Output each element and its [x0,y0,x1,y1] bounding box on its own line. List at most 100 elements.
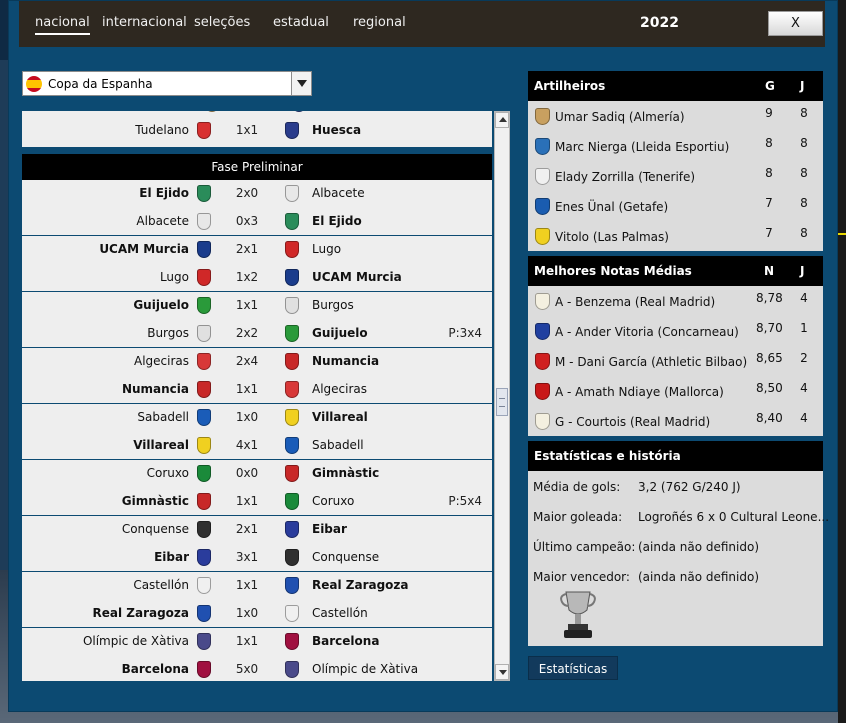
home-team: Barcelona [121,662,189,676]
match-row[interactable]: Burgos 2x2 Guijuelo P:3x4 [22,320,492,348]
games-value: 8 [800,196,808,210]
games-value: 8 [800,106,808,120]
match-row[interactable]: Gimnàstic 1x1 Coruxo P:5x4 [22,488,492,516]
match-score: 2x1 [235,522,259,536]
statistics-button[interactable]: Estatísticas [528,656,618,680]
top-bar: nacional internacional seleções estadual… [19,1,825,47]
match-row[interactable]: Conquense 2x1 Eibar [22,516,492,544]
scroll-down-icon[interactable] [495,664,509,680]
scroll-up-icon[interactable] [495,112,509,128]
away-team: Villareal [312,410,368,424]
match-row[interactable]: Guijuelo 1x1 Burgos [22,292,492,320]
away-team: Conquense [312,550,380,564]
history-label: Média de gols: [533,480,621,494]
penalty-note: P:3x4 [448,326,482,340]
match-row[interactable]: Sabadell 1x0 Villareal [22,404,492,432]
rating-row[interactable]: A - Benzema (Real Madrid) 8,78 4 [528,286,823,316]
match-row[interactable]: Coruxo 0x0 Gimnàstic [22,460,492,488]
stat-value: 9 [765,106,773,120]
spain-flag-icon [26,76,42,92]
away-team: Burgos [312,298,354,312]
rating-row[interactable]: A - Ander Vitoria (Concarneau) 8,70 1 [528,316,823,346]
trophy-icon [560,591,596,638]
away-team: Numancia [312,354,380,368]
games-value: 2 [800,351,808,365]
history-row: Maior goleada: Logroñés 6 x 0 Cultural Le… [528,501,829,531]
rating-row[interactable]: G - Courtois (Real Madrid) 8,40 4 [528,406,823,436]
scorer-row[interactable]: Marc Nierga (Lleida Esportiu) 8 8 [528,131,823,161]
team-crest-icon [197,269,211,286]
match-row[interactable]: Albacete 0x3 El Ejido [22,208,492,236]
away-team: Real Zaragoza [312,578,409,592]
rating-row[interactable]: A - Amath Ndiaye (Mallorca) 8,50 4 [528,376,823,406]
home-team: Villareal [133,438,189,452]
top-scorers-title: Artilheiros [534,79,606,93]
team-crest-icon [285,269,299,286]
home-team: Gimnàstic [121,494,189,508]
match-row[interactable]: Eibar 3x1 Conquense [22,544,492,572]
tab-selecoes[interactable]: seleções [194,15,250,30]
match-score: 1x1 [235,123,259,137]
history-label: Maior goleada: [533,510,623,524]
games-value: 4 [800,411,808,425]
tab-regional[interactable]: regional [353,15,406,30]
home-team: Algeciras [133,354,189,368]
scorer-row[interactable]: Vitolo (Las Palmas) 7 8 [528,221,823,251]
match-row[interactable]: Barcelona 5x0 Olímpic de Xàtiva [22,656,492,681]
match-row[interactable]: Real Zaragoza 1x0 Castellón [22,600,492,628]
rating-row[interactable]: M - Dani García (Athletic Bilbao) 8,65 2 [528,346,823,376]
player-name: Enes Ünal (Getafe) [555,200,669,214]
edge-accent [838,233,846,235]
scorer-row[interactable]: Umar Sadiq (Almería) 9 8 [528,101,823,131]
match-row[interactable]: Algeciras 2x4 Numancia [22,348,492,376]
close-button[interactable]: X [768,11,823,36]
scroll-thumb[interactable] [496,388,508,416]
match-row[interactable]: UCAM Murcia 2x1 Lugo [22,236,492,264]
player-name: G - Courtois (Real Madrid) [555,415,711,429]
games-value: 4 [800,381,808,395]
match-list-scrollbar[interactable] [494,111,510,681]
chevron-down-icon[interactable] [291,72,311,95]
club-crest-icon [535,228,550,245]
stat-value: 8 [765,136,773,150]
away-team: Eibar [312,522,347,536]
history-value: Logroñés 6 x 0 Cultural Leone... [638,510,830,524]
match-row[interactable]: Villareal 4x1 Sabadell [22,432,492,460]
team-crest-icon [197,381,211,398]
competition-select[interactable]: Copa da Espanha [22,71,312,96]
goals-column-header: G [765,79,775,93]
tab-nacional[interactable]: nacional [35,15,90,35]
team-crest-icon [197,549,211,566]
window-edge [838,0,846,723]
match-row[interactable]: El Ejido 2x0 Albacete [22,180,492,208]
prev-row-fragment [22,111,492,112]
scorer-row[interactable]: Enes Ünal (Getafe) 7 8 [528,191,823,221]
team-crest-icon [197,409,211,426]
team-crest-icon [285,549,299,566]
player-name: Umar Sadiq (Almería) [555,110,685,124]
home-team: Coruxo [146,466,189,480]
team-crest-icon [197,122,211,139]
stat-value: 8,40 [756,411,783,425]
games-column-header: J [800,79,805,93]
match-row[interactable]: Olímpic de Xàtiva 1x1 Barcelona [22,628,492,656]
match-row[interactable]: Castellón 1x1 Real Zaragoza [22,572,492,600]
home-team: Conquense [121,522,189,536]
team-crest-icon [285,122,299,139]
tab-estadual[interactable]: estadual [273,15,329,30]
history-label: Maior vencedor: [533,570,630,584]
tab-internacional[interactable]: internacional [102,15,187,30]
club-crest-icon [535,168,550,185]
match-row[interactable]: Numancia 1x1 Algeciras [22,376,492,404]
match-row[interactable]: Lugo 1x2 UCAM Murcia [22,264,492,292]
match-score: 2x2 [235,326,259,340]
team-crest-icon [197,521,211,538]
scorer-row[interactable]: Elady Zorrilla (Tenerife) 8 8 [528,161,823,191]
match-row[interactable]: Tudelano 1x1 Huesca [22,117,492,145]
team-crest-icon [285,185,299,202]
competition-select-value: Copa da Espanha [48,77,153,91]
home-team: Guijuelo [133,298,189,312]
team-crest-icon [285,661,299,678]
player-name: Marc Nierga (Lleida Esportiu) [555,140,730,154]
away-team: Algeciras [312,382,368,396]
